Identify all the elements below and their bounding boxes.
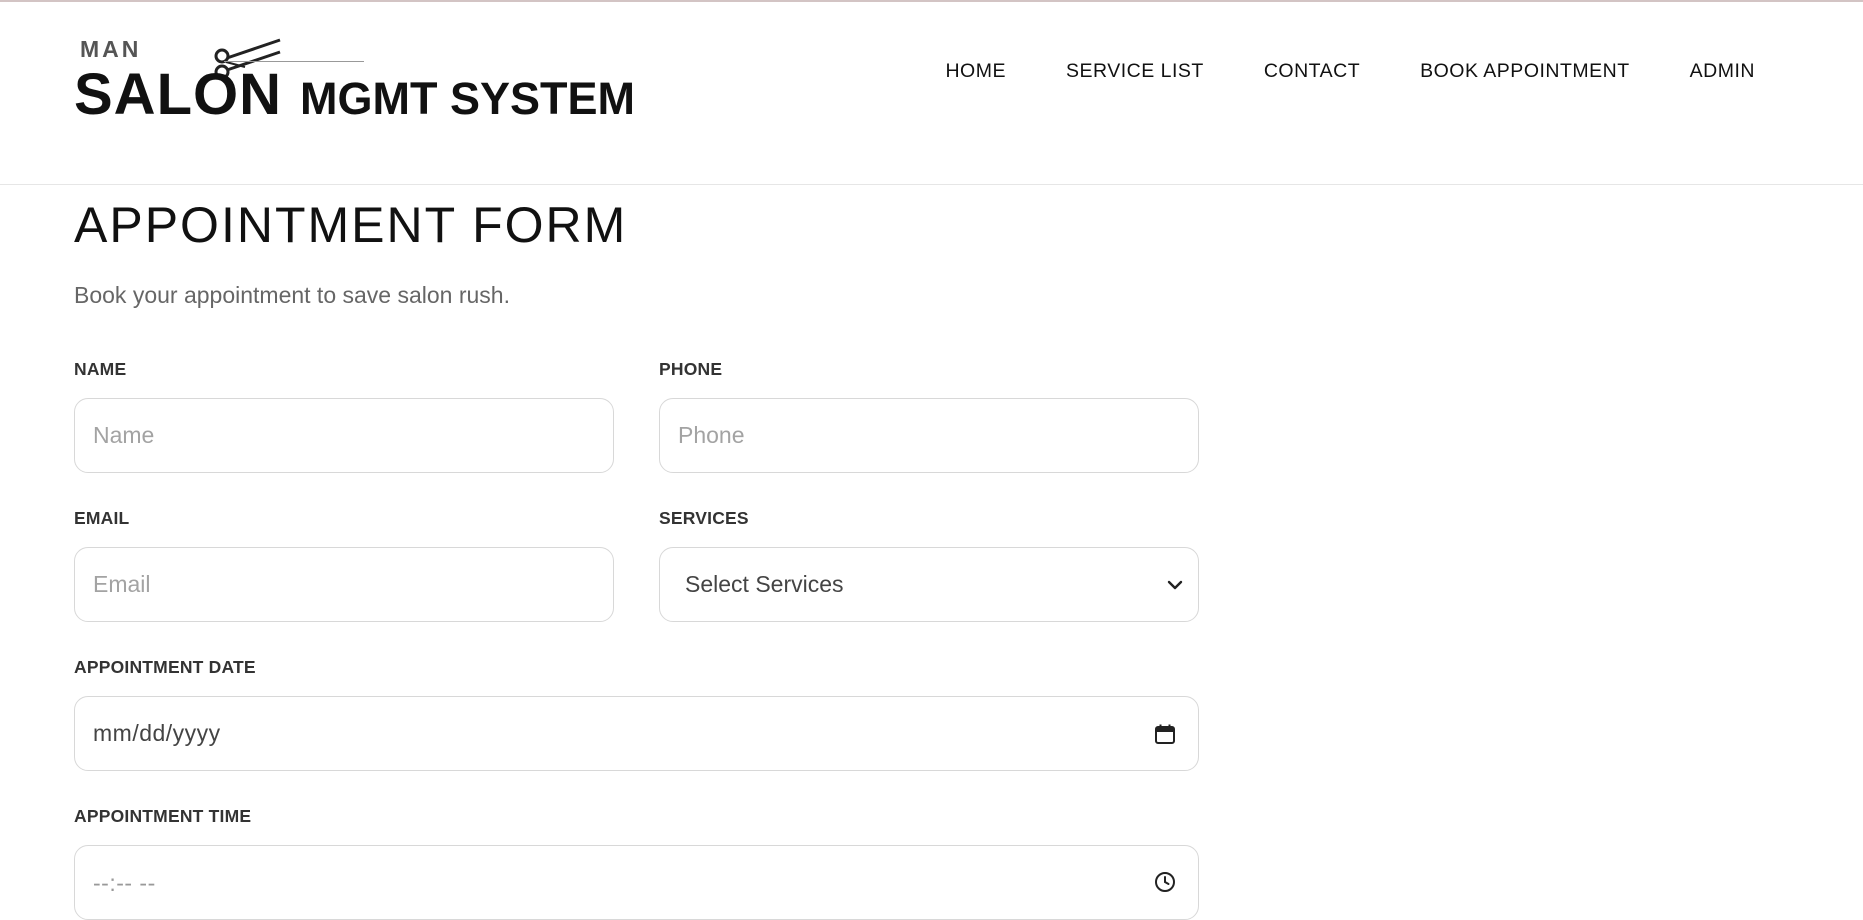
nav-home[interactable]: HOME	[945, 60, 1006, 83]
clock-icon[interactable]	[1154, 871, 1176, 893]
logo-suffix-text: MGMT SYSTEM	[300, 73, 635, 124]
nav-contact[interactable]: CONTACT	[1264, 60, 1360, 83]
services-selected-value: Select Services	[685, 571, 844, 597]
services-select[interactable]: Select Services	[659, 547, 1199, 622]
appointment-date-label: APPOINTMENT DATE	[74, 657, 256, 677]
logo-small-text: MAN	[80, 36, 142, 62]
site-header: MAN SALON MGMT SYSTEM HOME SERVICE LIST …	[0, 2, 1863, 185]
nav-book-appointment[interactable]: BOOK APPOINTMENT	[1420, 60, 1630, 83]
chevron-down-icon	[1167, 580, 1183, 589]
email-label: EMAIL	[74, 508, 130, 528]
page-title: APPOINTMENT FORM	[74, 197, 628, 253]
name-input[interactable]	[74, 398, 614, 473]
logo-main-text: SALON	[74, 62, 282, 127]
site-logo[interactable]: MAN SALON MGMT SYSTEM	[74, 34, 644, 124]
nav-service-list[interactable]: SERVICE LIST	[1066, 60, 1204, 83]
nav-admin[interactable]: ADMIN	[1690, 60, 1755, 83]
calendar-icon[interactable]	[1154, 723, 1176, 745]
email-input[interactable]	[74, 547, 614, 622]
name-label: NAME	[74, 359, 127, 379]
phone-label: PHONE	[659, 359, 723, 379]
phone-input[interactable]	[659, 398, 1199, 473]
appointment-time-label: APPOINTMENT TIME	[74, 806, 252, 826]
services-select-wrapper: Select Services	[659, 547, 1199, 622]
appointment-time-placeholder: --:-- --	[93, 870, 156, 896]
page-subtitle: Book your appointment to save salon rush…	[74, 282, 510, 308]
services-label: SERVICES	[659, 508, 749, 528]
appointment-date-input[interactable]: mm/dd/yyyy	[74, 696, 1199, 771]
appointment-date-placeholder: mm/dd/yyyy	[93, 720, 221, 746]
main-nav: HOME SERVICE LIST CONTACT BOOK APPOINTME…	[945, 60, 1755, 83]
appointment-time-input[interactable]: --:-- --	[74, 845, 1199, 920]
